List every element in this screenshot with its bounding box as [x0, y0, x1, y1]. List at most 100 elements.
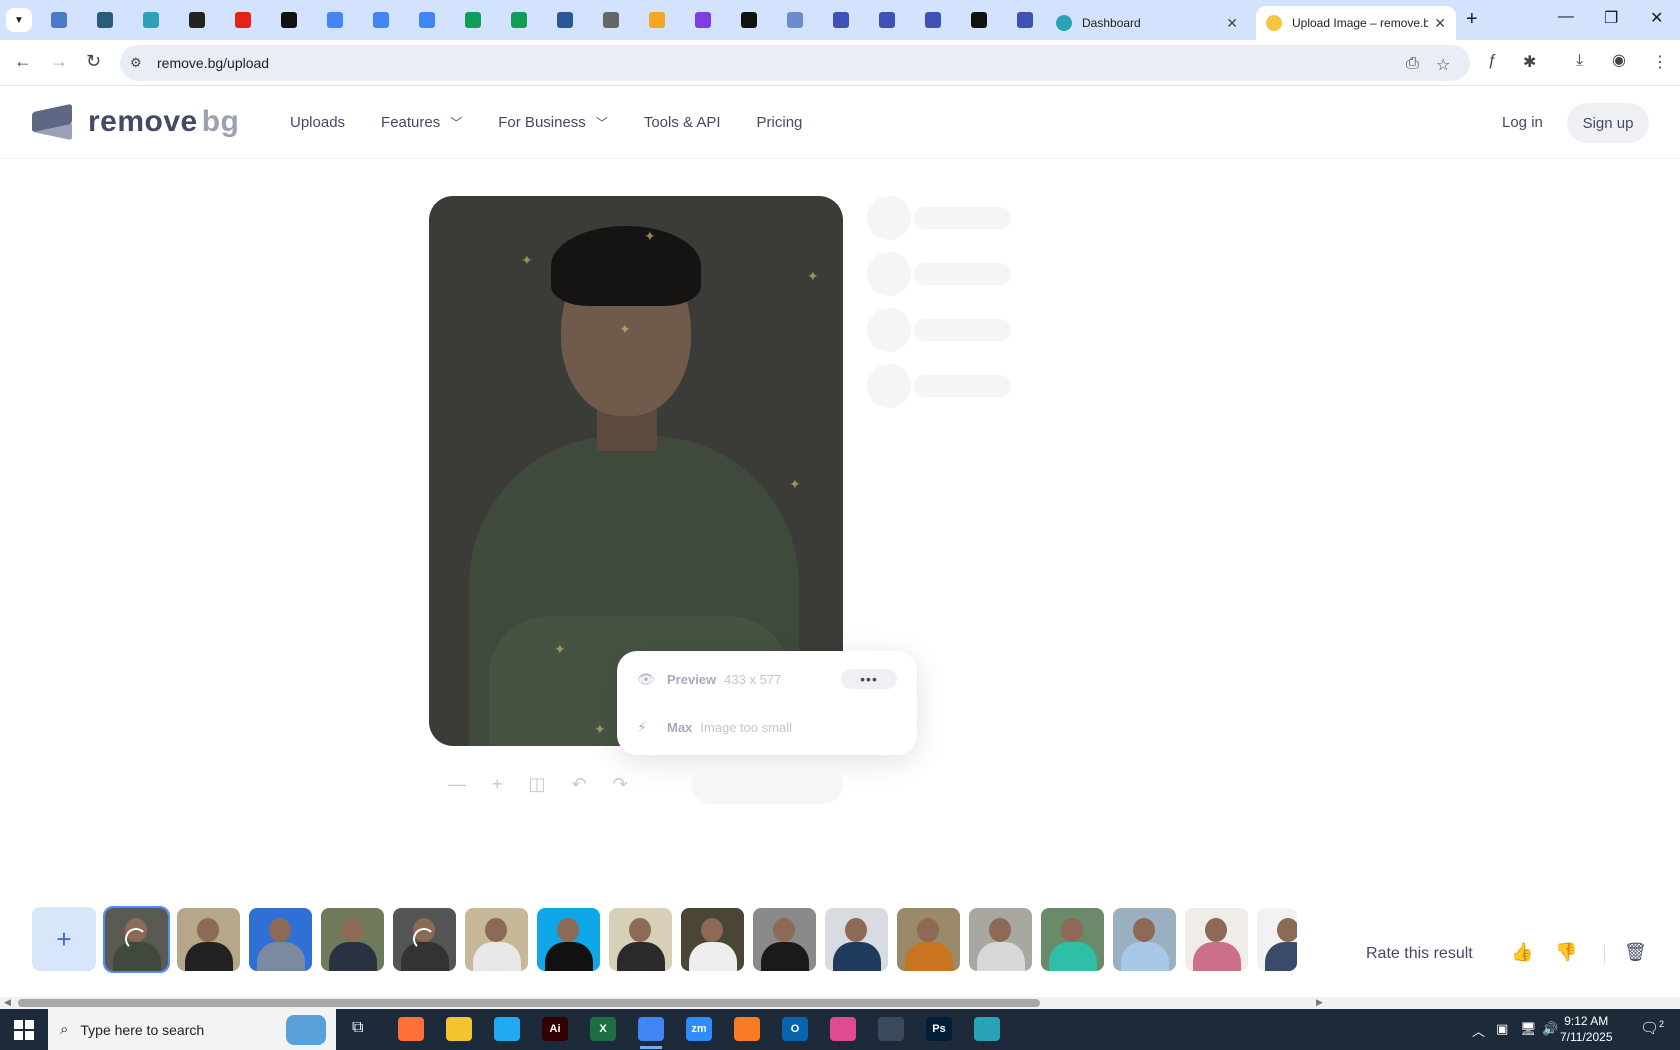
device-icon[interactable]: ▣	[1496, 1021, 1508, 1037]
bookmark-star-icon[interactable]: ☆	[1436, 55, 1450, 75]
pen-icon[interactable]	[878, 1017, 904, 1041]
upload-thumbnail[interactable]	[321, 907, 384, 971]
upload-thumbnail[interactable]	[825, 907, 888, 971]
pinned-tab[interactable]	[738, 9, 760, 31]
more-options-button[interactable]: •••	[841, 669, 897, 689]
horizontal-scrollbar[interactable]: ◀ ▶	[0, 997, 1680, 1009]
pinned-tab[interactable]	[784, 9, 806, 31]
signup-button[interactable]: Sign up	[1567, 103, 1649, 143]
address-bar[interactable]: ⚙ remove.bg/upload ⎙ ☆	[120, 45, 1470, 81]
upload-thumbnail[interactable]	[177, 907, 240, 971]
tab-search-button[interactable]: ▼	[6, 8, 32, 32]
pinned-tab[interactable]	[508, 9, 530, 31]
pinned-tab[interactable]	[94, 9, 116, 31]
site-info-icon[interactable]: ⚙	[130, 55, 142, 71]
redo-icon[interactable]: ↷	[613, 774, 628, 795]
trash-icon[interactable]: 🗑	[1624, 942, 1647, 963]
excel-icon[interactable]: X	[590, 1017, 616, 1041]
pinned-tab[interactable]	[922, 9, 944, 31]
restore-button[interactable]: ❐	[1604, 8, 1618, 28]
tab-upload-image[interactable]: Upload Image – remove.bg ✕	[1256, 6, 1456, 40]
upload-thumbnail[interactable]	[249, 907, 312, 971]
install-app-icon[interactable]: ⎙	[1406, 55, 1419, 73]
forward-button[interactable]: →	[50, 51, 68, 72]
downloads-icon[interactable]: ⤓	[1576, 52, 1583, 70]
pinned-tab[interactable]	[416, 9, 438, 31]
upload-thumbnail[interactable]	[969, 907, 1032, 971]
scroll-right-icon[interactable]: ▶	[1316, 997, 1323, 1008]
pinned-tab[interactable]	[830, 9, 852, 31]
scroll-left-icon[interactable]: ◀	[4, 997, 11, 1008]
pinned-tab[interactable]	[140, 9, 162, 31]
reload-button[interactable]: ↻	[86, 51, 101, 72]
pinned-tab[interactable]	[186, 9, 208, 31]
zoom-out-icon[interactable]: —	[448, 774, 466, 795]
upload-thumbnail[interactable]	[897, 907, 960, 971]
max-download-option[interactable]: ⚡ Max Image too small	[637, 719, 792, 736]
minimize-button[interactable]: —	[1558, 8, 1574, 26]
taskbar-clock[interactable]: 9:12 AM 7/11/2025	[1560, 1013, 1613, 1045]
profile-avatar[interactable]: ◉	[1612, 50, 1626, 70]
undo-icon[interactable]: ↶	[572, 774, 587, 795]
site-logo[interactable]: remove bg	[30, 103, 239, 141]
pinned-tab[interactable]	[554, 9, 576, 31]
hexagon-app-icon[interactable]	[974, 1017, 1000, 1041]
photoshop-icon[interactable]: Ps	[926, 1017, 952, 1041]
folder-icon[interactable]	[446, 1017, 472, 1041]
vscode-icon[interactable]	[494, 1017, 520, 1041]
outlook-icon[interactable]: O	[782, 1017, 808, 1041]
window-close-button[interactable]: ✕	[1650, 8, 1663, 28]
nav-tools-api[interactable]: Tools & API	[644, 114, 721, 131]
pinned-tab[interactable]	[48, 9, 70, 31]
pinned-tab[interactable]	[646, 9, 668, 31]
upload-thumbnail[interactable]	[537, 907, 600, 971]
extension-f-icon[interactable]: ƒ	[1488, 52, 1497, 70]
pinned-tab[interactable]	[692, 9, 714, 31]
new-tab-button[interactable]: +	[1466, 8, 1478, 31]
compare-icon[interactable]: ◫	[529, 774, 546, 795]
nav-for-business[interactable]: For Business ﹀	[498, 114, 608, 131]
preview-download-option[interactable]: 👁 Preview 433 x 577	[637, 671, 781, 688]
upload-thumbnail[interactable]	[1185, 907, 1248, 971]
zoom-icon[interactable]: zm	[686, 1017, 712, 1041]
thumbs-up-icon[interactable]: 👍	[1511, 942, 1533, 963]
upload-thumbnail[interactable]	[465, 907, 528, 971]
task-view-icon[interactable]: ⧉	[352, 1019, 363, 1037]
upload-thumbnail[interactable]	[1257, 907, 1297, 971]
firefox-icon[interactable]	[398, 1017, 424, 1041]
upload-thumbnail[interactable]	[753, 907, 816, 971]
upload-thumbnail[interactable]	[681, 907, 744, 971]
extensions-puzzle-icon[interactable]: ✱	[1523, 52, 1536, 72]
notification-icon[interactable]: 🗨2	[1640, 1019, 1664, 1037]
back-button[interactable]: ←	[14, 51, 32, 72]
network-icon[interactable]: 🖥	[1520, 1021, 1537, 1037]
nav-features[interactable]: Features ﹀	[381, 114, 462, 131]
chrome-icon[interactable]	[638, 1017, 664, 1049]
tab-dashboard[interactable]: Dashboard ✕	[1046, 6, 1248, 40]
close-icon[interactable]: ✕	[1226, 15, 1238, 32]
upload-thumbnail[interactable]	[609, 907, 672, 971]
chevron-up-icon[interactable]: ︿	[1472, 1021, 1485, 1040]
close-icon[interactable]: ✕	[1434, 15, 1446, 32]
pinned-tab[interactable]	[968, 9, 990, 31]
pinned-tab[interactable]	[370, 9, 392, 31]
pinned-tab[interactable]	[324, 9, 346, 31]
pinned-tab[interactable]	[232, 9, 254, 31]
xampp-icon[interactable]	[734, 1017, 760, 1041]
upload-thumbnail[interactable]	[393, 907, 456, 971]
add-image-button[interactable]: +	[32, 907, 96, 971]
capcut-icon[interactable]	[830, 1017, 856, 1041]
upload-thumbnail[interactable]	[1041, 907, 1104, 971]
login-link[interactable]: Log in	[1502, 114, 1543, 131]
volume-icon[interactable]: 🔊	[1542, 1021, 1558, 1037]
zoom-in-icon[interactable]: +	[492, 774, 503, 795]
menu-kebab-icon[interactable]: ⋮	[1652, 52, 1668, 72]
upload-thumbnail[interactable]	[1113, 907, 1176, 971]
taskbar-search[interactable]: ⌕ Type here to search	[48, 1009, 336, 1050]
windows-start-icon[interactable]	[14, 1020, 34, 1040]
pinned-tab[interactable]	[876, 9, 898, 31]
pinned-tab[interactable]	[600, 9, 622, 31]
illustrator-icon[interactable]: Ai	[542, 1017, 568, 1041]
thumbs-down-icon[interactable]: 👎	[1555, 942, 1577, 963]
nav-pricing[interactable]: Pricing	[757, 114, 803, 131]
